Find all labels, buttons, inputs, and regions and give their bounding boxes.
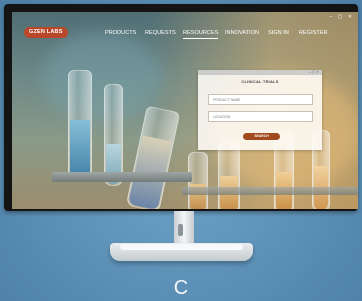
nav-item-resources[interactable]: RESOURCES bbox=[183, 29, 219, 39]
search-button[interactable]: SEARCH bbox=[243, 133, 280, 140]
nav-item-sign-in[interactable]: SIGN IN bbox=[268, 29, 289, 38]
nav-item-products[interactable]: PRODUCTS bbox=[105, 29, 136, 38]
nav-item-register[interactable]: REGISTER bbox=[299, 29, 328, 38]
cable-hole bbox=[178, 224, 183, 236]
panel-title-bar: – ▢ ✕ bbox=[198, 70, 322, 75]
panel-title: CLINICAL TRIALS bbox=[241, 79, 279, 84]
monitor-screen: – ▢ ✕ GZEN LABS PRODUCTS REQUESTS RESOUR… bbox=[12, 12, 358, 209]
window-controls[interactable]: – ▢ ✕ bbox=[330, 14, 354, 20]
test-tube-image bbox=[125, 105, 181, 209]
tube-rack bbox=[52, 172, 192, 182]
nav-item-requests[interactable]: REQUESTS bbox=[145, 29, 176, 38]
test-tube-image bbox=[218, 142, 240, 209]
monitor-bezel: – ▢ ✕ GZEN LABS PRODUCTS REQUESTS RESOUR… bbox=[4, 4, 358, 211]
monitor-stand-base-top bbox=[120, 244, 243, 250]
location-input[interactable]: LOCATION bbox=[208, 111, 313, 122]
nav-item-innovation[interactable]: INNOVATION bbox=[225, 29, 259, 38]
panel-window-controls[interactable]: – ▢ ✕ bbox=[309, 70, 319, 75]
main-nav: PRODUCTS REQUESTS RESOURCES INNOVATION S… bbox=[12, 29, 358, 39]
monitor-stand-neck bbox=[174, 211, 194, 247]
test-tube-image bbox=[68, 70, 92, 182]
clinical-trials-panel: – ▢ ✕ CLINICAL TRIALS PRODUCT NAME LOCAT… bbox=[198, 70, 322, 150]
tube-rack bbox=[182, 187, 358, 195]
test-tube-liquid bbox=[70, 120, 90, 180]
light-glow bbox=[42, 32, 162, 122]
test-tube-image bbox=[104, 84, 123, 186]
product-name-input[interactable]: PRODUCT NAME bbox=[208, 94, 313, 105]
caption-letter: C bbox=[173, 277, 189, 299]
